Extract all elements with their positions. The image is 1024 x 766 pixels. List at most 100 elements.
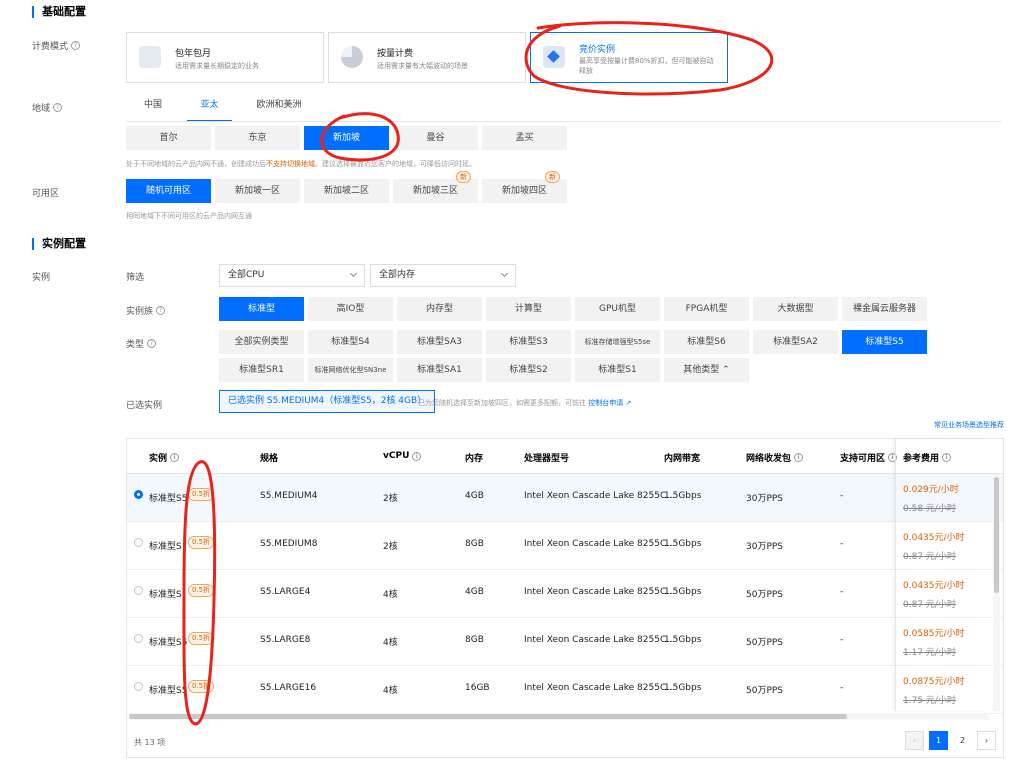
- instance-type-option[interactable]: 标准网络优化型SN3ne: [308, 358, 393, 382]
- help-icon[interactable]: ?: [156, 306, 166, 315]
- new-badge: 新: [456, 171, 471, 183]
- cvm-purchase-page: 基础配置 计费模式? 包年包月 适用需求量长期稳定的业务 按量计费 适用需求量有…: [0, 0, 1024, 766]
- instance-family-option[interactable]: 标准型: [219, 297, 304, 321]
- prev-page-button[interactable]: ‹: [905, 731, 924, 750]
- zone-random[interactable]: 随机可用区: [126, 179, 211, 203]
- chevron-down-icon: [500, 269, 509, 278]
- chosen-tip: 已为您随机选择至新加坡四区，如需更多配额，可前往 控制台申请 ↗: [418, 399, 632, 407]
- info-icon[interactable]: i: [170, 453, 180, 462]
- bandwidth-cell: 1.5Gbps: [664, 635, 702, 645]
- tab-europe-americas[interactable]: 欧洲和美洲: [252, 97, 306, 122]
- instance-type-option[interactable]: 标准型S5: [842, 330, 927, 354]
- help-icon[interactable]: ?: [71, 41, 81, 50]
- instance-type-option[interactable]: 标准型SA2: [753, 330, 838, 354]
- header-zone-support: 支持可用区 i: [840, 451, 898, 464]
- total-count: 共 13 项: [134, 738, 166, 747]
- vertical-scrollbar[interactable]: [993, 475, 1000, 711]
- instance-family-option[interactable]: 高IO型: [308, 297, 393, 321]
- info-icon[interactable]: i: [412, 451, 422, 461]
- discount-badge: 0.5折: [188, 680, 215, 693]
- billing-card-postpaid[interactable]: 按量计费 适用需求量有大幅波动的场景: [328, 32, 526, 83]
- next-page-button[interactable]: ›: [977, 731, 996, 750]
- table-row[interactable]: 标准型S S5.MEDIUM8 2核 8GB Intel Xeon Cascade La…: [127, 522, 1003, 570]
- instance-type-option[interactable]: 标准型S4: [308, 330, 393, 354]
- region-tip: 处于不同地域的云产品内网不通，创建成功后不支持切换地域。建议选择最靠近您客户的地…: [126, 160, 476, 168]
- table-row[interactable]: 标准型S5 S5.MEDIUM4 2核 4GB Intel Xeon Cascade L…: [127, 474, 1003, 522]
- zone-singapore-1[interactable]: 新加坡一区: [215, 179, 300, 203]
- city-seoul[interactable]: 首尔: [126, 126, 211, 150]
- instance-type-option[interactable]: 标准型S2: [486, 358, 571, 382]
- spec-cell: S5.LARGE16: [260, 683, 317, 693]
- instance-family-option[interactable]: 大数据型: [753, 297, 838, 321]
- billing-card-desc: 最高享受按量计费80%折扣，但可能被自动 释放: [579, 57, 714, 75]
- pps-cell: 30万PPS: [746, 542, 784, 552]
- city-bangkok[interactable]: 曼谷: [393, 126, 478, 150]
- cpu-filter-select[interactable]: 全部CPU: [219, 264, 365, 287]
- external-link-icon[interactable]: ↗: [625, 399, 631, 407]
- scenario-recommend-link[interactable]: 常见业务场景选型推荐: [934, 420, 1004, 430]
- instance-family-option[interactable]: 计算型: [486, 297, 571, 321]
- instance-type-option[interactable]: 标准存储增强型S5se: [575, 330, 660, 354]
- instance-type-option[interactable]: 标准型S1: [575, 358, 660, 382]
- instance-type-option[interactable]: 标准型SA1: [397, 358, 482, 382]
- instance-family-option[interactable]: 内存型: [397, 297, 482, 321]
- city-tokyo[interactable]: 东京: [215, 126, 300, 150]
- page-1-button[interactable]: 1: [929, 731, 948, 750]
- instance-family-option[interactable]: GPU机型: [575, 297, 660, 321]
- row-radio[interactable]: [134, 586, 143, 595]
- spec-cell: S5.MEDIUM4: [260, 491, 318, 501]
- instance-type-option[interactable]: 标准型S6: [664, 330, 749, 354]
- row-radio[interactable]: [134, 634, 143, 643]
- table-row[interactable]: 标准型S5 S5.LARGE8 4核 8GB Intel Xeon Cascade La…: [127, 618, 1003, 666]
- city-singapore[interactable]: 新加坡: [304, 126, 389, 150]
- page-2-button[interactable]: 2: [953, 731, 972, 750]
- zone-tip: 相同地域下不同可用区的云产品内网互通: [126, 212, 252, 220]
- table-row[interactable]: 标准型S5 S5.LARGE16 4核 16GB Intel Xeon Cascade …: [127, 666, 1003, 714]
- row-radio[interactable]: [134, 538, 143, 547]
- header-bandwidth: 内网带宽: [664, 454, 701, 464]
- table-row[interactable]: 标准型S S5.LARGE4 4核 4GB Intel Xeon Cascade Lak…: [127, 570, 1003, 618]
- zone-singapore-4[interactable]: 新加坡四区 新: [482, 171, 567, 203]
- zone-singapore-3[interactable]: 新加坡三区 新: [393, 171, 478, 203]
- vcpu-cell: 4核: [383, 590, 398, 600]
- horizontal-scrollbar[interactable]: [129, 713, 989, 720]
- cpu-model-cell: Intel Xeon Cascade Lake 8255C...: [524, 635, 675, 645]
- instance-name-cell: 标准型S5: [149, 494, 188, 504]
- tab-asia-pacific[interactable]: 亚太: [187, 97, 232, 122]
- memory-cell: 4GB: [465, 587, 484, 597]
- console-apply-link[interactable]: 控制台申请: [588, 399, 623, 407]
- instance-type-option[interactable]: 标准型SA3: [397, 330, 482, 354]
- chevron-down-icon: [349, 269, 358, 278]
- help-icon[interactable]: ?: [147, 339, 157, 348]
- header-spec: 规格: [260, 454, 279, 464]
- header-instance: 实例 i: [149, 451, 180, 464]
- row-radio[interactable]: [134, 682, 143, 691]
- scroll-thumb[interactable]: [129, 714, 847, 719]
- billing-card-spot[interactable]: 竞价实例 最高享受按量计费80%折扣，但可能被自动 释放: [530, 32, 728, 83]
- scroll-thumb[interactable]: [994, 477, 999, 593]
- filter-label: 筛选: [126, 273, 145, 283]
- price-tag-icon: [543, 46, 565, 68]
- cpu-model-cell: Intel Xeon Cascade Lake 8255C...: [524, 683, 675, 693]
- instance-table: 实例 i 规格 vCPU i 内存 处理器型号 内网带宽 网络收发包 i 支持可用区 i…: [126, 438, 1004, 758]
- help-icon[interactable]: ?: [53, 103, 63, 112]
- tab-china[interactable]: 中国: [138, 97, 168, 122]
- instance-type-option[interactable]: 标准型S3: [486, 330, 571, 354]
- billing-card-prepaid[interactable]: 包年包月 适用需求量长期稳定的业务: [126, 32, 324, 83]
- info-icon[interactable]: i: [794, 453, 804, 462]
- zone-singapore-2[interactable]: 新加坡二区: [304, 179, 389, 203]
- row-radio[interactable]: [134, 490, 143, 499]
- instance-type-option[interactable]: 其他类型 ⌃: [664, 358, 749, 382]
- instance-family-option[interactable]: FPGA机型: [664, 297, 749, 321]
- memory-cell: 8GB: [465, 539, 484, 549]
- memory-cell: 16GB: [465, 683, 490, 693]
- zone-cell: -: [840, 539, 844, 549]
- instance-family-option[interactable]: 裸金属云服务器: [842, 297, 927, 321]
- discount-badge: 0.5折: [188, 584, 215, 597]
- billing-card-title: 竞价实例: [579, 45, 616, 55]
- instance-type-option[interactable]: 全部实例类型: [219, 330, 304, 354]
- instance-name-cell: 标准型S: [149, 542, 182, 552]
- instance-type-option[interactable]: 标准型SR1: [219, 358, 304, 382]
- city-mumbai[interactable]: 孟买: [482, 126, 567, 150]
- memory-filter-select[interactable]: 全部内存: [370, 264, 516, 287]
